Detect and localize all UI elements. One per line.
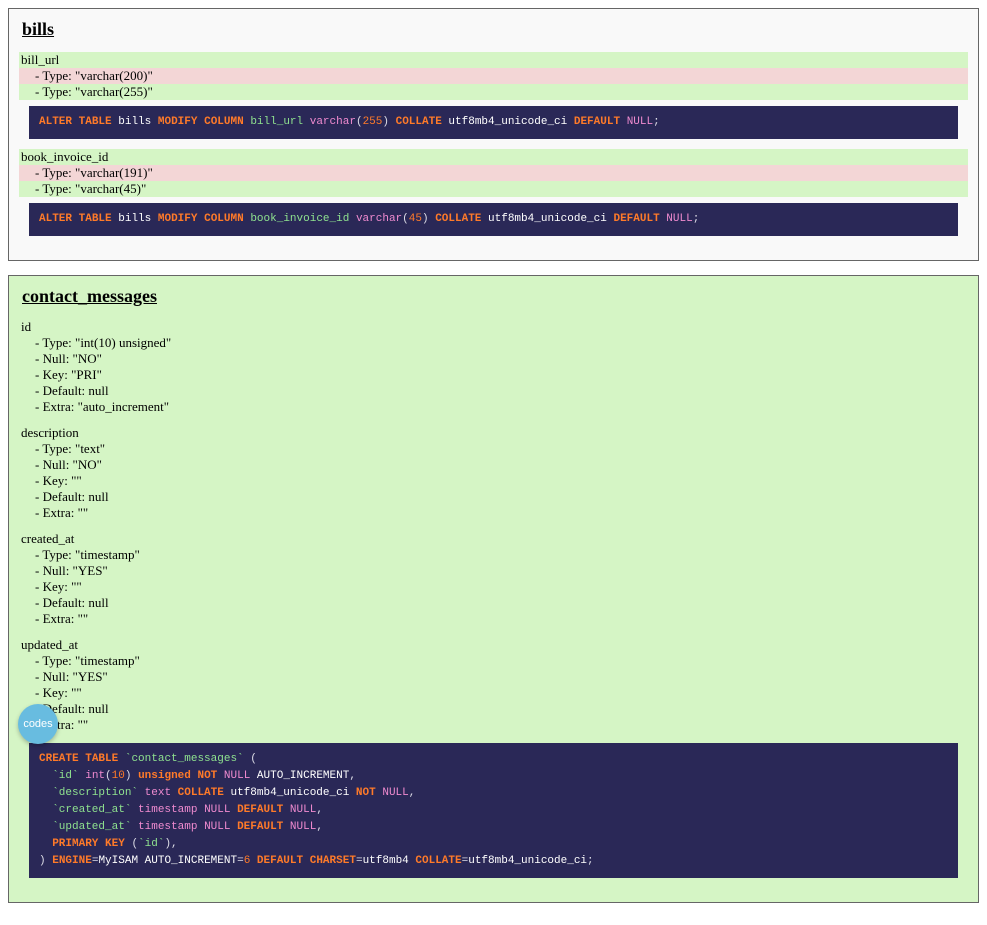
column-block: updated_at - Type: "timestamp" - Null: "… (19, 637, 968, 733)
column-prop: - Extra: "" (19, 505, 968, 521)
column-prop: - Key: "" (19, 685, 968, 701)
column-prop: - Default: null (19, 595, 968, 611)
sql-code: ALTER TABLE bills MODIFY COLUMN bill_url… (29, 106, 958, 139)
column-prop: - Default: null (19, 701, 968, 717)
table-panel-contact-messages: contact_messages id - Type: "int(10) uns… (8, 275, 979, 903)
column-block: id - Type: "int(10) unsigned" - Null: "N… (19, 319, 968, 415)
column-name: bill_url (19, 52, 968, 68)
column-block: created_at - Type: "timestamp" - Null: "… (19, 531, 968, 627)
column-prop: - Type: "timestamp" (19, 653, 968, 669)
table-title: bills (22, 19, 968, 40)
column-prop: - Type: "varchar(200)" (19, 68, 968, 84)
column-prop: - Type: "int(10) unsigned" (19, 335, 968, 351)
table-title: contact_messages (22, 286, 968, 307)
column-prop: - Null: "YES" (19, 563, 968, 579)
column-block: book_invoice_id - Type: "varchar(191)" -… (19, 149, 968, 236)
column-name: id (19, 319, 968, 335)
column-prop: - Null: "NO" (19, 351, 968, 367)
column-name: description (19, 425, 968, 441)
column-name: book_invoice_id (19, 149, 968, 165)
column-prop: - Extra: "" (19, 611, 968, 627)
column-block: description - Type: "text" - Null: "NO" … (19, 425, 968, 521)
table-panel-bills: bills bill_url - Type: "varchar(200)" - … (8, 8, 979, 261)
column-prop: - Default: null (19, 383, 968, 399)
sql-code: ALTER TABLE bills MODIFY COLUMN book_inv… (29, 203, 958, 236)
column-prop: - Type: "varchar(255)" (19, 84, 968, 100)
column-prop: - Extra: "" (19, 717, 968, 733)
column-prop: - Extra: "auto_increment" (19, 399, 968, 415)
column-prop: - Type: "varchar(191)" (19, 165, 968, 181)
column-prop: - Key: "" (19, 579, 968, 595)
column-prop: - Type: "varchar(45)" (19, 181, 968, 197)
sql-code: CREATE TABLE `contact_messages` ( `id` i… (29, 743, 958, 878)
column-block: bill_url - Type: "varchar(200)" - Type: … (19, 52, 968, 139)
column-name: updated_at (19, 637, 968, 653)
column-prop: - Type: "text" (19, 441, 968, 457)
column-prop: - Default: null (19, 489, 968, 505)
codes-button[interactable]: codes (18, 704, 58, 744)
column-name: created_at (19, 531, 968, 547)
column-prop: - Type: "timestamp" (19, 547, 968, 563)
column-prop: - Key: "" (19, 473, 968, 489)
column-prop: - Key: "PRI" (19, 367, 968, 383)
column-prop: - Null: "YES" (19, 669, 968, 685)
column-prop: - Null: "NO" (19, 457, 968, 473)
